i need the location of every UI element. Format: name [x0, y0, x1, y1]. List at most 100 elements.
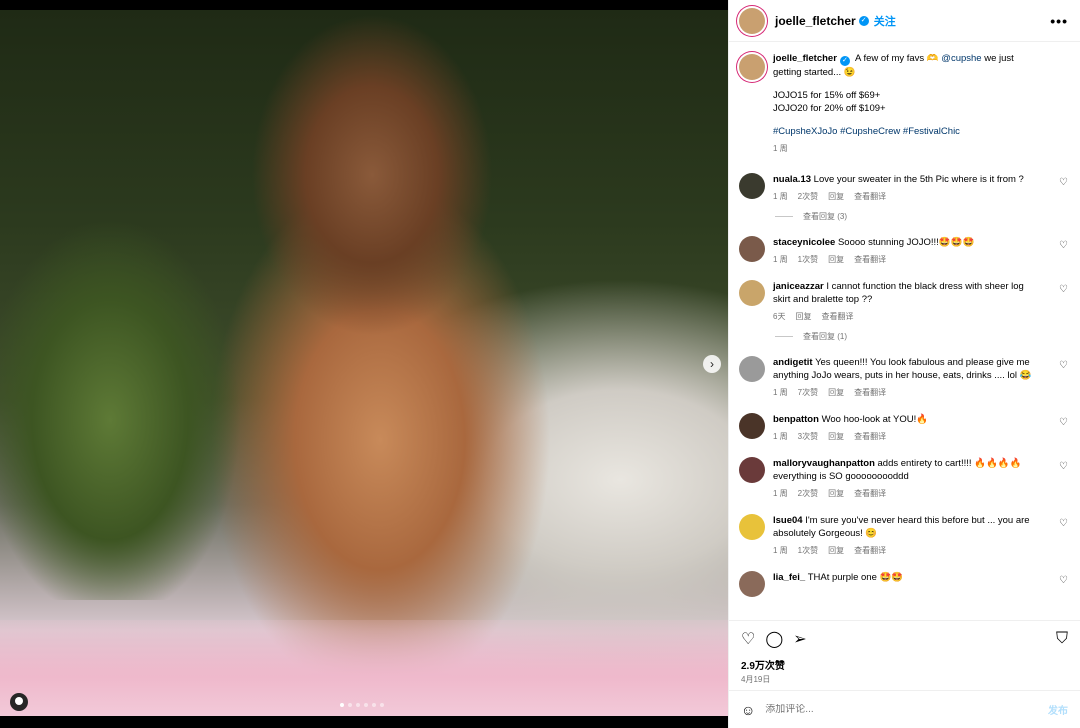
- post-header: joelle_fletcher ✓ 关注 •••: [729, 0, 1080, 42]
- translate-button[interactable]: 查看翻译: [821, 310, 853, 323]
- emoji-icon[interactable]: ☺: [741, 702, 755, 718]
- post-date: 4月19日: [741, 675, 771, 684]
- commenter-avatar[interactable]: [739, 236, 765, 262]
- comment-input[interactable]: [765, 704, 1048, 715]
- commenter-username[interactable]: malloryvaughanpatton: [773, 458, 875, 469]
- likes-count[interactable]: 2.9万次赞: [741, 657, 1068, 672]
- comment-like-icon[interactable]: ♡: [1059, 417, 1068, 428]
- comments-list[interactable]: joelle_fletcher ✓ A few of my favs 🫶 @cup…: [729, 42, 1080, 620]
- caption-hashtags[interactable]: #CupsheXJoJo #CupsheCrew #FestivalChic: [773, 125, 1043, 138]
- post-viewer: › joelle_fletcher ✓ 关注 ••• joelle_fletch…: [0, 0, 1080, 728]
- tagged-users-button[interactable]: [10, 693, 28, 711]
- author-username[interactable]: joelle_fletcher: [775, 14, 856, 28]
- comment-text: Love your sweater in the 5th Pic where i…: [813, 174, 1024, 185]
- translate-button[interactable]: 查看翻译: [854, 386, 886, 399]
- post-caption: joelle_fletcher ✓ A few of my favs 🫶 @cup…: [739, 52, 1068, 155]
- translate-button[interactable]: 查看翻译: [854, 487, 886, 500]
- view-replies-button[interactable]: 查看回复 (3): [775, 211, 1068, 222]
- comment-likes[interactable]: 1次赞: [798, 544, 818, 557]
- heart-icon[interactable]: ♡: [741, 629, 755, 649]
- translate-button[interactable]: 查看翻译: [854, 253, 886, 266]
- promo-code: JOJO15 for 15% off $69+: [773, 90, 881, 101]
- comment-text: Woo hoo-look at YOU!🔥: [821, 414, 929, 425]
- caption-mention[interactable]: @cupshe: [941, 53, 981, 64]
- comment-row: andigetit Yes queen!!! You look fabulous…: [739, 356, 1068, 399]
- comment-likes[interactable]: 7次赞: [798, 386, 818, 399]
- translate-button[interactable]: 查看翻译: [854, 190, 886, 203]
- carousel-dot: [380, 703, 384, 707]
- share-icon[interactable]: ➢: [793, 629, 806, 649]
- comment-likes[interactable]: 2次赞: [798, 487, 818, 500]
- reply-button[interactable]: 回复: [828, 253, 844, 266]
- carousel-dots: [340, 703, 384, 707]
- commenter-username[interactable]: janiceazzar: [773, 281, 824, 292]
- commenter-username[interactable]: nuala.13: [773, 174, 811, 185]
- bookmark-icon[interactable]: ⛉: [1056, 630, 1068, 648]
- caption-avatar[interactable]: [739, 54, 765, 80]
- towel-decoration: [0, 620, 728, 716]
- commenter-username[interactable]: lsue04: [773, 515, 803, 526]
- add-comment-bar: ☺ 发布: [729, 690, 1080, 728]
- comments-container: nuala.13 Love your sweater in the 5th Pi…: [739, 173, 1068, 597]
- follow-button[interactable]: 关注: [874, 13, 896, 29]
- commenter-username[interactable]: lia_fei_: [773, 572, 805, 583]
- comment-time: 1 周: [773, 489, 788, 498]
- comment-time: 6天: [773, 312, 786, 321]
- comment-time: 1 周: [773, 546, 788, 555]
- caption-text: A few of my favs 🫶: [855, 53, 939, 64]
- commenter-username[interactable]: staceynicolee: [773, 237, 835, 248]
- comment-text: THAt purple one 🤩🤩: [807, 572, 904, 583]
- comment-row: malloryvaughanpatton adds entirety to ca…: [739, 457, 1068, 500]
- more-options-icon[interactable]: •••: [1050, 13, 1068, 29]
- comment-row: lsue04 I'm sure you've never heard this …: [739, 514, 1068, 557]
- comment-time: 1 周: [773, 432, 788, 441]
- commenter-avatar[interactable]: [739, 457, 765, 483]
- reply-button[interactable]: 回复: [828, 487, 844, 500]
- caption-username[interactable]: joelle_fletcher: [773, 53, 837, 64]
- caption-time: 1 周: [773, 144, 788, 153]
- post-comment-button[interactable]: 发布: [1048, 702, 1068, 717]
- comment-like-icon[interactable]: ♡: [1059, 360, 1068, 371]
- translate-button[interactable]: 查看翻译: [854, 544, 886, 557]
- comment-likes[interactable]: 1次赞: [798, 253, 818, 266]
- comment-like-icon[interactable]: ♡: [1059, 284, 1068, 295]
- reply-button[interactable]: 回复: [828, 386, 844, 399]
- next-slide-button[interactable]: ›: [703, 355, 721, 373]
- post-actions: ♡ ◯ ➢ ⛉ 2.9万次赞 4月19日: [729, 620, 1080, 688]
- author-avatar[interactable]: [739, 7, 765, 34]
- comment-row: nuala.13 Love your sweater in the 5th Pi…: [739, 173, 1068, 203]
- comment-row: staceynicolee Soooo stunning JOJO!!!🤩🤩🤩 1…: [739, 236, 1068, 266]
- comment-like-icon[interactable]: ♡: [1059, 177, 1068, 188]
- commenter-avatar[interactable]: [739, 173, 765, 199]
- commenter-username[interactable]: andigetit: [773, 357, 813, 368]
- comment-text: I'm sure you've never heard this before …: [773, 515, 1030, 539]
- comment-time: 1 周: [773, 192, 788, 201]
- comment-row: benpatton Woo hoo-look at YOU!🔥 1 周 3次赞 回复查…: [739, 413, 1068, 443]
- comment-like-icon[interactable]: ♡: [1059, 240, 1068, 251]
- comment-like-icon[interactable]: ♡: [1059, 518, 1068, 529]
- comment-like-icon[interactable]: ♡: [1059, 461, 1068, 472]
- commenter-avatar[interactable]: [739, 280, 765, 306]
- commenter-avatar[interactable]: [739, 413, 765, 439]
- plant-decoration: [0, 220, 260, 600]
- reply-button[interactable]: 回复: [828, 190, 844, 203]
- comment-row: lia_fei_ THAt purple one 🤩🤩 ♡: [739, 571, 1068, 597]
- reply-button[interactable]: 回复: [828, 430, 844, 443]
- comment-likes[interactable]: 2次赞: [798, 190, 818, 203]
- reply-button[interactable]: 回复: [795, 310, 811, 323]
- commenter-avatar[interactable]: [739, 514, 765, 540]
- commenter-avatar[interactable]: [739, 571, 765, 597]
- post-side-panel: joelle_fletcher ✓ 关注 ••• joelle_fletcher…: [728, 0, 1080, 728]
- commenter-avatar[interactable]: [739, 356, 765, 382]
- translate-button[interactable]: 查看翻译: [854, 430, 886, 443]
- reply-button[interactable]: 回复: [828, 544, 844, 557]
- view-replies-button[interactable]: 查看回复 (1): [775, 331, 1068, 342]
- comment-like-icon[interactable]: ♡: [1059, 575, 1068, 586]
- carousel-dot: [356, 703, 360, 707]
- commenter-username[interactable]: benpatton: [773, 414, 819, 425]
- post-media[interactable]: ›: [0, 0, 728, 728]
- comment-icon[interactable]: ◯: [765, 629, 783, 649]
- comment-likes[interactable]: 3次赞: [798, 430, 818, 443]
